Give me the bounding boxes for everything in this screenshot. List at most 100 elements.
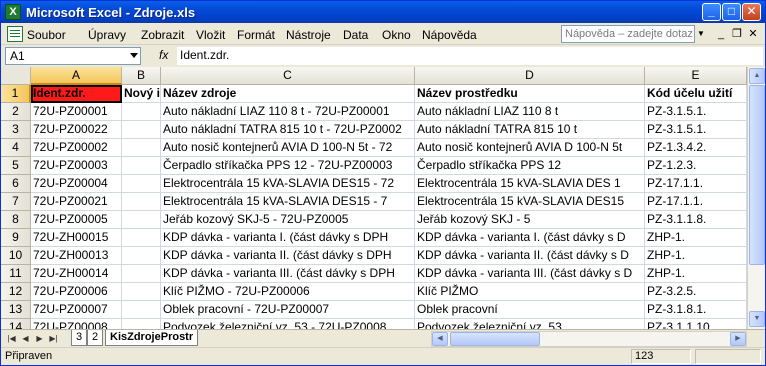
cell-a12[interactable]: 72U-PZ00006 — [31, 283, 122, 301]
title-bar[interactable]: X Microsoft Excel - Zdroje.xls _ □ ✕ — [1, 1, 765, 23]
cell-a8[interactable]: 72U-PZ00005 — [31, 211, 122, 229]
menu-upravy[interactable]: Úpravy — [88, 28, 126, 42]
cell-a11[interactable]: 72U-ZH00014 — [31, 265, 122, 283]
column-header-c[interactable]: C — [161, 67, 415, 85]
cell-d10[interactable]: KDP dávka - varianta II. (část dávky s D — [415, 247, 645, 265]
cell-b10[interactable] — [122, 247, 161, 265]
cell-c8[interactable]: Jeřáb kozový SKJ-5 - 72U-PZ0005 — [161, 211, 415, 229]
row-header-8[interactable]: 8 — [1, 211, 31, 229]
cell-d8[interactable]: Jeřáb kozový SKJ - 5 — [415, 211, 645, 229]
cell-a13[interactable]: 72U-PZ00007 — [31, 301, 122, 319]
cell-e10[interactable]: ZHP-1. — [645, 247, 747, 265]
row-header-4[interactable]: 4 — [1, 139, 31, 157]
cell-c7[interactable]: Elektrocentrála 15 kVA-SLAVIA DES15 - 7 — [161, 193, 415, 211]
cell-b11[interactable] — [122, 265, 161, 283]
menu-okno[interactable]: Okno — [382, 28, 411, 42]
vertical-scroll-thumb[interactable] — [749, 85, 765, 265]
menu-data[interactable]: Data — [343, 28, 368, 42]
cell-c6[interactable]: Elektrocentrála 15 kVA-SLAVIA DES15 - 72 — [161, 175, 415, 193]
menu-format[interactable]: Formát — [237, 28, 275, 42]
menu-zobrazit[interactable]: Zobrazit — [141, 28, 184, 42]
column-header-e[interactable]: E — [645, 67, 747, 85]
select-all-corner[interactable] — [1, 67, 31, 85]
cell-e1[interactable]: Kód účelu užití — [645, 85, 747, 103]
cell-b12[interactable] — [122, 283, 161, 301]
cell-d5[interactable]: Čerpadlo stříkačka PPS 12 — [415, 157, 645, 175]
cell-d3[interactable]: Auto nákladní TATRA 815 10 t — [415, 121, 645, 139]
cell-d12[interactable]: Klíč PIŽMO — [415, 283, 645, 301]
help-dropdown-icon[interactable]: ▼ — [697, 29, 705, 38]
cell-c13[interactable]: Oblek pracovní - 72U-PZ00007 — [161, 301, 415, 319]
cell-d7[interactable]: Elektrocentrála 15 kVA-SLAVIA DES15 — [415, 193, 645, 211]
cell-a3[interactable]: 72U-PZ00022 — [31, 121, 122, 139]
minimize-button[interactable]: _ — [702, 3, 721, 21]
column-header-b[interactable]: B — [122, 67, 161, 85]
cell-b6[interactable] — [122, 175, 161, 193]
cell-c2[interactable]: Auto nákladní LIAZ 110 8 t - 72U-PZ00001 — [161, 103, 415, 121]
workbook-restore-button[interactable]: ❐ — [729, 26, 745, 42]
cell-e9[interactable]: ZHP-1. — [645, 229, 747, 247]
row-header-9[interactable]: 9 — [1, 229, 31, 247]
cell-a9[interactable]: 72U-ZH00015 — [31, 229, 122, 247]
cell-e14[interactable]: PZ-3.1.1.10. — [645, 319, 747, 329]
excel-app-icon[interactable]: X — [5, 4, 21, 20]
cell-e4[interactable]: PZ-1.3.4.2. — [645, 139, 747, 157]
horizontal-scrollbar[interactable]: ◀ ▶ — [431, 331, 747, 347]
row-header-13[interactable]: 13 — [1, 301, 31, 319]
last-sheet-icon[interactable]: ▶| — [47, 332, 60, 345]
help-search-input[interactable]: Nápověda – zadejte dotaz — [561, 25, 695, 43]
menu-nastroje[interactable]: Nástroje — [286, 28, 331, 42]
cell-c14[interactable]: Podvozek železniční vz. 53 - 72U-PZ0008 — [161, 319, 415, 329]
cell-b9[interactable] — [122, 229, 161, 247]
column-header-d[interactable]: D — [415, 67, 645, 85]
menu-napoveda[interactable]: Nápověda — [422, 28, 477, 42]
cell-c3[interactable]: Auto nákladní TATRA 815 10 t - 72U-PZ000… — [161, 121, 415, 139]
close-button[interactable]: ✕ — [742, 3, 761, 21]
maximize-button[interactable]: □ — [722, 3, 741, 21]
horizontal-scroll-thumb[interactable] — [450, 332, 540, 346]
cell-d2[interactable]: Auto nákladní LIAZ 110 8 t — [415, 103, 645, 121]
cell-d4[interactable]: Auto nosič kontejnerů AVIA D 100-N 5t — [415, 139, 645, 157]
cell-e8[interactable]: PZ-3.1.1.8. — [645, 211, 747, 229]
cell-b13[interactable] — [122, 301, 161, 319]
cell-c12[interactable]: Klíč PIŽMO - 72U-PZ00006 — [161, 283, 415, 301]
workbook-icon[interactable] — [7, 26, 23, 42]
row-header-12[interactable]: 12 — [1, 283, 31, 301]
cell-a10[interactable]: 72U-ZH00013 — [31, 247, 122, 265]
menu-soubor[interactable]: Soubor — [27, 28, 66, 42]
row-header-6[interactable]: 6 — [1, 175, 31, 193]
formula-input[interactable]: Ident.zdr. — [177, 47, 763, 65]
menu-vlozit[interactable]: Vložit — [196, 28, 225, 42]
cell-c11[interactable]: KDP dávka - varianta III. (část dávky s … — [161, 265, 415, 283]
cell-e13[interactable]: PZ-3.1.8.1. — [645, 301, 747, 319]
cell-b14[interactable] — [122, 319, 161, 329]
cell-a14[interactable]: 72U-PZ00008 — [31, 319, 122, 329]
cell-c9[interactable]: KDP dávka - varianta I. (část dávky s DP… — [161, 229, 415, 247]
cell-c1[interactable]: Název zdroje — [161, 85, 415, 103]
cell-d14[interactable]: Podvozek železniční vz. 53 — [415, 319, 645, 329]
cell-e11[interactable]: ZHP-1. — [645, 265, 747, 283]
cell-a6[interactable]: 72U-PZ00004 — [31, 175, 122, 193]
workbook-minimize-button[interactable]: _ — [713, 26, 729, 42]
scroll-right-icon[interactable]: ▶ — [730, 332, 746, 346]
row-header-3[interactable]: 3 — [1, 121, 31, 139]
cell-b3[interactable] — [122, 121, 161, 139]
cell-e2[interactable]: PZ-3.1.5.1. — [645, 103, 747, 121]
row-header-2[interactable]: 2 — [1, 103, 31, 121]
column-header-a[interactable]: A — [31, 67, 122, 85]
prev-sheet-icon[interactable]: ◀ — [19, 332, 32, 345]
spreadsheet-grid[interactable]: A B C D E 1 Ident.zdr. Nový i Název zdroje Název … — [1, 67, 747, 329]
next-sheet-icon[interactable]: ▶ — [33, 332, 46, 345]
sheet-tab-3[interactable]: 3 — [71, 330, 88, 346]
first-sheet-icon[interactable]: |◀ — [5, 332, 18, 345]
cell-e5[interactable]: PZ-1.2.3. — [645, 157, 747, 175]
cell-a1[interactable]: Ident.zdr. — [31, 85, 122, 103]
cell-d1[interactable]: Název prostředku — [415, 85, 645, 103]
scroll-down-icon[interactable]: ▼ — [749, 311, 765, 327]
scroll-up-icon[interactable]: ▲ — [749, 68, 765, 84]
name-box-dropdown-icon[interactable] — [130, 53, 138, 58]
vertical-scrollbar[interactable]: ▲ ▼ — [747, 67, 765, 329]
cell-b7[interactable] — [122, 193, 161, 211]
cell-d6[interactable]: Elektrocentrála 15 kVA-SLAVIA DES 1 — [415, 175, 645, 193]
sheet-tab-2[interactable]: 2 — [87, 330, 104, 346]
